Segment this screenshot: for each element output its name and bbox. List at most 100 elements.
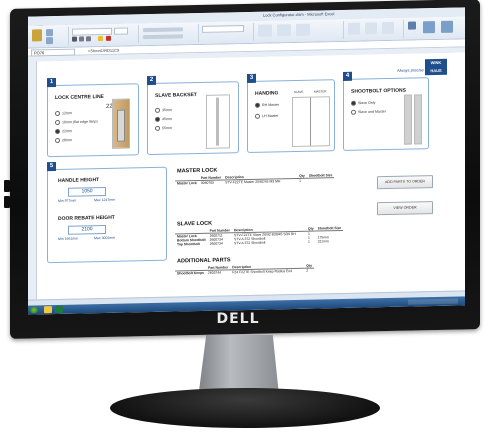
door-handing-diagram bbox=[292, 96, 330, 148]
radio-icon bbox=[55, 110, 60, 117]
sort-filter-icon[interactable] bbox=[423, 21, 435, 34]
section-title: HANDING bbox=[255, 90, 279, 97]
wrap-text-icon[interactable] bbox=[143, 34, 183, 40]
cell: STV-F2ZTE Master 20/82/45 M3 MH bbox=[225, 179, 281, 185]
cell: 3060705 bbox=[200, 180, 214, 185]
font-name-select[interactable] bbox=[72, 27, 112, 36]
cell: 2600734 bbox=[209, 241, 223, 246]
radio-icon bbox=[351, 100, 356, 106]
cell-styles-icon[interactable] bbox=[296, 23, 310, 36]
styles-group bbox=[253, 20, 344, 41]
radio-45mm[interactable]: 45mm bbox=[155, 116, 172, 122]
format-table-icon[interactable] bbox=[277, 24, 291, 37]
section-number: 5 bbox=[47, 161, 56, 172]
bold-icon[interactable] bbox=[72, 36, 77, 42]
radio-slave-only[interactable]: Slave Only bbox=[351, 100, 375, 106]
sum-icon[interactable] bbox=[408, 21, 416, 30]
formula-input[interactable]: =Sheet1!RD11C9 bbox=[88, 48, 119, 54]
cell bbox=[307, 178, 335, 183]
worksheet: Always precise WINK HAUS 1 LOCK CENTRE L… bbox=[37, 52, 465, 300]
radio-rh-master[interactable]: RH Master bbox=[255, 102, 279, 108]
master-lock-title: MASTER LOCK bbox=[177, 167, 218, 175]
cell: 2603744 bbox=[207, 270, 222, 275]
cell: 2 bbox=[306, 268, 309, 273]
align-icon[interactable] bbox=[143, 27, 183, 33]
cell: 1 bbox=[307, 239, 310, 244]
handing-panel: 3 HANDING SLAVE MASTER RH Master LH Mast… bbox=[247, 73, 335, 153]
font-group bbox=[68, 25, 139, 45]
door-split-line bbox=[310, 97, 311, 146]
paste-icon[interactable] bbox=[32, 29, 42, 42]
slave-backset-panel: 2 SLAVE BACKSET 35mm 45mm 55mm bbox=[147, 75, 239, 156]
lock-faceplate bbox=[117, 109, 125, 142]
rebate-height-input[interactable]: 2100 bbox=[68, 224, 106, 235]
monitor-stand-base bbox=[110, 388, 380, 428]
radio-icon bbox=[55, 128, 60, 135]
rebate-max: Max 3001mm bbox=[94, 235, 116, 241]
italic-icon[interactable] bbox=[79, 36, 84, 42]
section-title: SHOOTBOLT OPTIONS bbox=[351, 87, 406, 95]
section-number: 2 bbox=[147, 75, 156, 86]
winkhaus-logo: WINK HAUS bbox=[425, 58, 447, 76]
fill-color-icon[interactable] bbox=[98, 36, 103, 42]
handle-height-title: HANDLE HEIGHT bbox=[58, 177, 100, 184]
number-format-select[interactable] bbox=[202, 25, 244, 33]
radio-35mm[interactable]: 35mm bbox=[155, 107, 172, 113]
section-number: 1 bbox=[47, 77, 56, 88]
radio-lh-master[interactable]: LH Master bbox=[255, 113, 279, 119]
radio-28mm[interactable]: 28mm bbox=[55, 137, 72, 144]
number-group bbox=[198, 22, 254, 43]
brand-tagline: Always precise bbox=[397, 67, 424, 73]
backset-diagram bbox=[206, 94, 230, 149]
lock-image bbox=[112, 98, 130, 149]
add-parts-to-order-button[interactable]: ADD PARTS TO ORDER bbox=[377, 175, 433, 190]
master-label: MASTER bbox=[314, 89, 327, 94]
slave-lock-table: Part Number Description Qty Shootbolt Si… bbox=[175, 225, 344, 247]
radio-22mm[interactable]: 22mm bbox=[55, 128, 72, 135]
section-number: 3 bbox=[247, 73, 256, 83]
shootbolt-image bbox=[414, 94, 422, 145]
radio-icon bbox=[55, 137, 60, 144]
conditional-format-icon[interactable] bbox=[258, 24, 272, 37]
section-title: LOCK CENTRE LINE bbox=[55, 93, 104, 102]
rebate-height-title: DOOR REBATE HEIGHT bbox=[58, 214, 115, 222]
radio-icon bbox=[155, 107, 160, 113]
font-size-select[interactable] bbox=[114, 27, 128, 35]
view-order-button[interactable]: VIEW ORDER bbox=[377, 201, 433, 216]
radio-12mm[interactable]: 12mm bbox=[55, 110, 72, 117]
underline-icon[interactable] bbox=[86, 36, 91, 42]
additional-parts-title: ADDITIONAL PARTS bbox=[177, 257, 231, 265]
excel-taskbar-icon[interactable] bbox=[55, 305, 63, 314]
radio-16mm[interactable]: 16mm (flat edge Strip) bbox=[55, 119, 98, 126]
slave-label: SLAVE bbox=[294, 89, 304, 95]
explorer-icon[interactable] bbox=[44, 306, 52, 314]
editing-group bbox=[403, 18, 463, 37]
handle-max: Max 1247mm bbox=[94, 197, 116, 203]
section-number: 4 bbox=[343, 71, 352, 81]
row-headers bbox=[28, 61, 37, 300]
find-select-icon[interactable] bbox=[441, 20, 453, 33]
handle-height-input[interactable]: 1050 bbox=[68, 186, 106, 197]
copy-icon[interactable] bbox=[46, 37, 53, 45]
format-cells-icon[interactable] bbox=[382, 21, 394, 35]
system-tray bbox=[408, 298, 458, 305]
master-lock-table: Part Number Description Qty Shootbolt Si… bbox=[175, 173, 335, 185]
font-color-icon[interactable] bbox=[106, 35, 111, 41]
radio-icon bbox=[351, 109, 356, 115]
dell-logo: DELL bbox=[216, 311, 260, 327]
radio-icon bbox=[155, 125, 160, 131]
cells-group bbox=[343, 19, 404, 39]
height-panel: 5 HANDLE HEIGHT 1050 Min 977mm Max 1247m… bbox=[47, 161, 167, 264]
insert-cells-icon[interactable] bbox=[348, 22, 360, 35]
radio-slave-and-master[interactable]: Slave and Master bbox=[351, 109, 386, 115]
radio-icon bbox=[155, 116, 160, 122]
radio-55mm[interactable]: 55mm bbox=[155, 125, 172, 131]
cut-icon[interactable] bbox=[46, 29, 53, 37]
cell: 1 bbox=[299, 178, 302, 183]
side-port bbox=[4, 196, 10, 208]
cell: F24 F2ZTE Shootbolt Keep Radius End bbox=[232, 269, 293, 275]
lock-centre-line-panel: 1 LOCK CENTRE LINE 12mm 16mm (flat edge … bbox=[47, 77, 139, 158]
alignment-group bbox=[138, 23, 199, 44]
delete-cells-icon[interactable] bbox=[365, 22, 377, 35]
shootbolt-image bbox=[404, 94, 412, 145]
